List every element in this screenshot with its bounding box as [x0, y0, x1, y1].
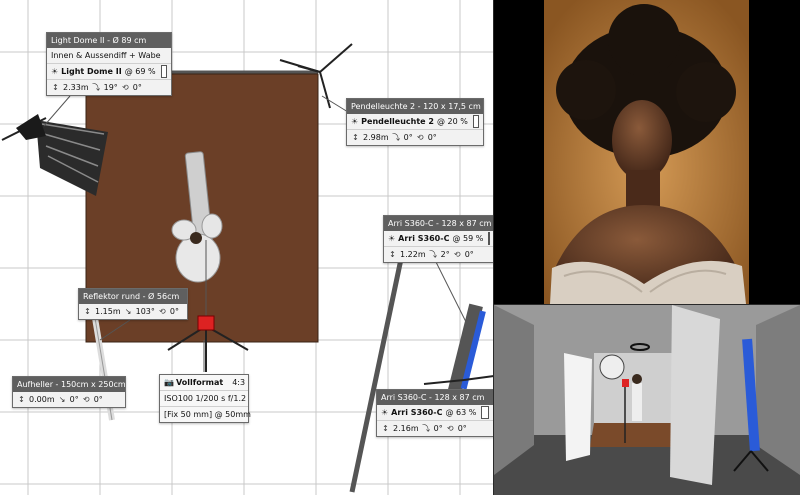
tilt-icon: ⤵ — [429, 250, 438, 259]
sun-icon: ☀ — [351, 117, 359, 126]
light-power: @ 63 % — [445, 408, 477, 417]
light-tilt: 0° — [403, 133, 413, 142]
light-panel-pendant[interactable]: Pendelleuchte 2 - 120 x 17,5 cm ☀ Pendel… — [346, 98, 484, 146]
floor-plan-view[interactable]: Light Dome II - Ø 89 cm Innen & Aussendi… — [0, 0, 494, 495]
light-panel-dome[interactable]: Light Dome II - Ø 89 cm Innen & Aussendi… — [46, 32, 172, 96]
rotation-icon: ⟲ — [121, 83, 129, 92]
light-rotation: 0° — [464, 250, 474, 259]
panel-title: Pendelleuchte 2 - 120 x 17,5 cm — [347, 99, 483, 114]
tilt-icon: ⤵ — [392, 133, 401, 142]
light-name: Arri S360-C — [391, 408, 443, 417]
light-tilt: 19° — [103, 83, 118, 92]
reflector-height: 1.15m — [95, 307, 121, 316]
light-power: @ 59 % — [452, 234, 484, 243]
light-height: 2.16m — [393, 424, 419, 433]
height-arrows-icon: ↕ — [389, 250, 396, 259]
tilt-icon: ↘ — [58, 395, 66, 404]
app-root: Light Dome II - Ø 89 cm Innen & Aussendi… — [0, 0, 800, 495]
camera-icon: 📷 — [164, 378, 174, 387]
camera-panel[interactable]: 📷 Vollformat 4:3 ISO100 1/200 s f/1.2 [F… — [159, 374, 251, 423]
sun-icon: ☀ — [388, 234, 396, 243]
height-arrows-icon: ↕ — [18, 395, 25, 404]
tilt-icon: ↘ — [124, 307, 132, 316]
light-tilt: 2° — [440, 250, 450, 259]
panel-title: Aufheller - 150cm x 250cm — [13, 377, 126, 392]
studio-render — [494, 305, 800, 495]
panel-title: Reflektor rund - Ø 56cm — [79, 289, 187, 304]
color-swatch[interactable] — [160, 65, 167, 78]
reflector-rotation: 0° — [93, 395, 103, 404]
light-rotation: 0° — [457, 424, 467, 433]
light-name: Pendelleuchte 2 — [361, 117, 434, 126]
camera-lens: [Fix 50 mm] @ 50mm — [160, 406, 251, 422]
light-power: @ 20 % — [436, 117, 468, 126]
photo-preview[interactable] — [494, 0, 800, 304]
camera-ratio: 4:3 — [232, 378, 246, 387]
reflector-tilt: 103° — [135, 307, 155, 316]
rotation-icon: ⟲ — [82, 395, 90, 404]
light-rotation: 0° — [427, 133, 437, 142]
light-tilt: 0° — [433, 424, 443, 433]
camera-format: Vollformat — [176, 378, 224, 387]
rotation-icon: ⟲ — [446, 424, 454, 433]
light-name: Arri S360-C — [398, 234, 450, 243]
sun-icon: ☀ — [51, 67, 59, 76]
reflector-panel-fill[interactable]: Aufheller - 150cm x 250cm ↕ 0.00m ↘ 0° ⟲… — [12, 376, 126, 408]
tilt-icon: ⤵ — [422, 424, 431, 433]
light-rotation: 0° — [132, 83, 142, 92]
light-power: @ 69 % — [124, 67, 156, 76]
tilt-icon: ⤵ — [92, 83, 101, 92]
color-swatch[interactable] — [472, 115, 479, 128]
color-swatch[interactable] — [481, 406, 489, 419]
light-panel-arri-1[interactable]: Arri S360-C - 128 x 87 cm ☀ Arri S360-C … — [383, 215, 494, 263]
portrait-render — [544, 0, 749, 304]
height-arrows-icon: ↕ — [352, 133, 359, 142]
panel-title: Arri S360-C - 128 x 87 cm — [377, 390, 493, 405]
color-swatch[interactable] — [488, 232, 491, 245]
3d-studio-view[interactable] — [494, 305, 800, 495]
panel-title: Arri S360-C - 128 x 87 cm — [384, 216, 493, 231]
rotation-icon: ⟲ — [453, 250, 461, 259]
reflector-rotation: 0° — [169, 307, 179, 316]
light-height: 1.22m — [400, 250, 426, 259]
light-panel-arri-2[interactable]: Arri S360-C - 128 x 87 cm ☀ Arri S360-C … — [376, 389, 494, 437]
reflector-tilt: 0° — [69, 395, 79, 404]
height-arrows-icon: ↕ — [52, 83, 59, 92]
light-height: 2.33m — [63, 83, 89, 92]
rotation-icon: ⟲ — [159, 307, 166, 316]
panel-title: Light Dome II - Ø 89 cm — [47, 33, 171, 48]
arri-panel-1-stand[interactable] — [349, 239, 408, 493]
height-arrows-icon: ↕ — [84, 307, 91, 316]
camera-settings: ISO100 1/200 s f/1.2 — [160, 390, 248, 406]
light-name: Light Dome II — [61, 67, 122, 76]
sun-icon: ☀ — [381, 408, 389, 417]
height-arrows-icon: ↕ — [382, 424, 389, 433]
rotation-icon: ⟲ — [416, 133, 424, 142]
reflector-panel-round[interactable]: Reflektor rund - Ø 56cm ↕ 1.15m ↘ 103° ⟲… — [78, 288, 188, 320]
reflector-height: 0.00m — [29, 395, 55, 404]
panel-modifier: Innen & Aussendiff + Wabe — [51, 51, 161, 60]
light-height: 2.98m — [363, 133, 389, 142]
arri-panel-2-stand[interactable] — [423, 303, 494, 395]
